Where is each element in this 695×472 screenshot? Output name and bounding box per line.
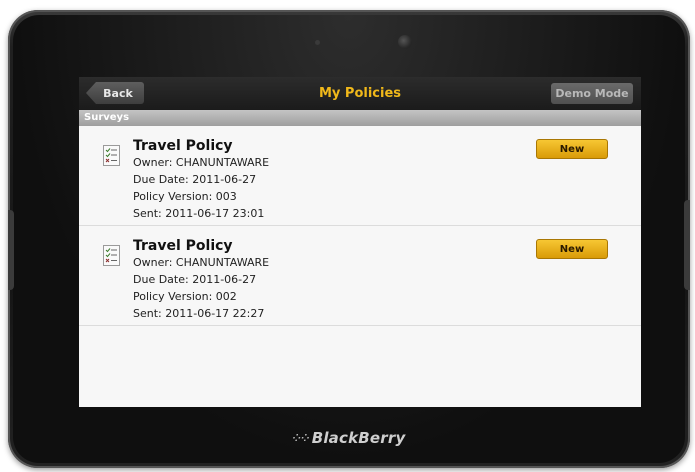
side-button-left [8,210,14,290]
checklist-icon [103,245,120,266]
policy-list: Travel Policy Owner: CHANUNTAWARE Due Da… [79,126,641,407]
blackberry-logo-icon: ⁘⁘ [292,433,310,444]
policy-title: Travel Policy [133,238,233,254]
policy-owner: Owner: CHANUNTAWARE [133,256,270,269]
list-item[interactable]: Travel Policy Owner: CHANUNTAWARE Due Da… [79,226,641,326]
demo-mode-button[interactable]: Demo Mode [551,83,633,104]
brand-name: BlackBerry [311,429,406,447]
policy-due-date: Due Date: 2011-06-27 [133,173,257,186]
light-sensor [315,40,320,45]
new-button[interactable]: New [536,239,608,259]
section-header: Surveys [79,110,641,126]
side-button-right [684,200,690,290]
policy-due-date: Due Date: 2011-06-27 [133,273,257,286]
checklist-icon [103,145,120,166]
title-bar: Back My Policies Demo Mode [79,77,641,110]
app-screen: Back My Policies Demo Mode Surveys Trave… [79,77,641,407]
policy-version: Policy Version: 003 [133,190,237,203]
policy-owner: Owner: CHANUNTAWARE [133,156,270,169]
brand-logo: ⁘⁘ BlackBerry [8,429,690,447]
policy-title: Travel Policy [133,138,233,154]
list-item[interactable]: Travel Policy Owner: CHANUNTAWARE Due Da… [79,126,641,226]
policy-version: Policy Version: 002 [133,290,237,303]
new-button[interactable]: New [536,139,608,159]
camera-icon [398,35,412,49]
policy-sent: Sent: 2011-06-17 22:27 [133,307,265,320]
policy-sent: Sent: 2011-06-17 23:01 [133,207,265,220]
